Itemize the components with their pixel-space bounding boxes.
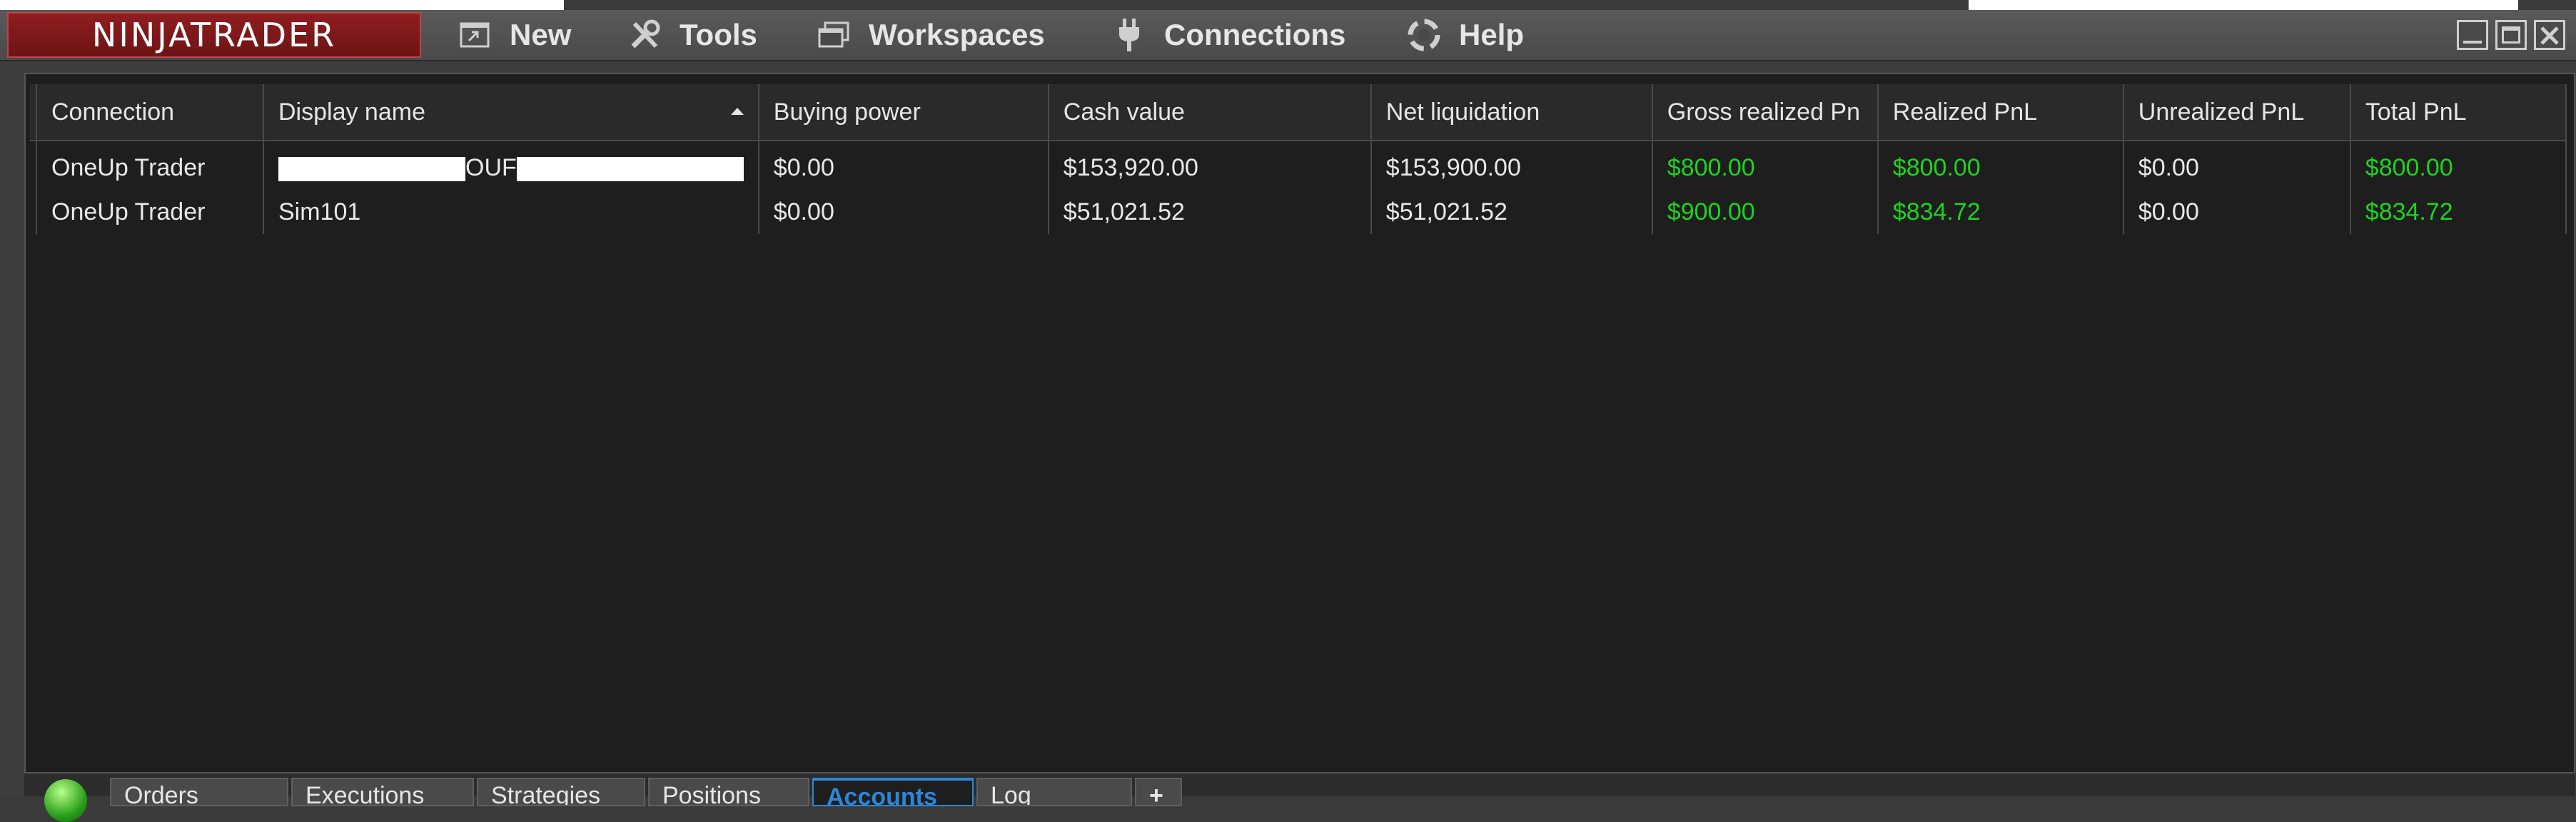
tab-orders[interactable]: Orders: [110, 778, 288, 806]
menu-new-label: New: [510, 18, 572, 51]
tab-executions[interactable]: Executions: [291, 778, 474, 806]
cell-unrealized-pnl: $0.00: [2123, 190, 2351, 234]
cell-total-pnl: $834.72: [2350, 190, 2567, 234]
column-header-cash-value[interactable]: Cash value: [1048, 84, 1372, 141]
cell-display-name-text: OUF: [465, 153, 517, 181]
column-header-buying-power[interactable]: Buying power: [758, 84, 1049, 141]
menu-tools-label: Tools: [680, 18, 757, 51]
sort-ascending-icon: [730, 108, 744, 115]
cell-display-name: Sim101: [263, 190, 759, 234]
minimize-button[interactable]: [2457, 20, 2488, 50]
new-window-icon: [457, 17, 493, 53]
row-gutter: [30, 190, 37, 234]
cell-total-pnl: $800.00: [2350, 141, 2567, 190]
column-header-connection[interactable]: Connection: [36, 84, 264, 141]
tools-icon: [627, 17, 662, 53]
cell-buying-power: $0.00: [758, 190, 1049, 234]
minimize-icon: [2463, 41, 2482, 44]
row-header-corner: [30, 84, 37, 141]
maximize-button[interactable]: [2495, 20, 2527, 50]
menu-workspaces-label: Workspaces: [869, 18, 1045, 51]
control-center-window: NINJATRADER New Tools Workspaces Connect…: [0, 10, 2576, 822]
menu-workspaces[interactable]: Workspaces: [816, 10, 1045, 60]
tab-strategies[interactable]: Strategies: [477, 778, 645, 806]
column-header-gross-realized[interactable]: Gross realized Pn: [1652, 84, 1879, 141]
cell-realized-pnl: $834.72: [1877, 190, 2124, 234]
header-row: Connection Display name Buying power Cas…: [30, 84, 2567, 141]
ninjatrader-logo: NINJATRADER: [7, 12, 421, 58]
menu-tools[interactable]: Tools: [627, 10, 757, 60]
column-header-display-name-label: Display name: [278, 98, 425, 126]
accounts-grid: Connection Display name Buying power Cas…: [30, 84, 2567, 234]
close-icon: [2540, 26, 2559, 45]
row-gutter: [30, 141, 37, 190]
table-row[interactable]: OneUp Trader Sim101 $0.00 $51,021.52 $51…: [30, 190, 2567, 234]
tab-accounts[interactable]: Accounts: [812, 778, 974, 806]
column-header-net-liquidation[interactable]: Net liquidation: [1370, 84, 1653, 141]
table-row[interactable]: OneUp Trader OUF $0.00 $153,920.00 $153,…: [30, 141, 2567, 190]
cell-connection: OneUp Trader: [36, 141, 264, 190]
redacted-block: [278, 156, 465, 181]
connection-status-icon[interactable]: [44, 779, 87, 822]
accounts-panel: Connection Display name Buying power Cas…: [24, 73, 2575, 773]
close-button[interactable]: [2534, 20, 2565, 50]
column-header-unrealized-pnl[interactable]: Unrealized PnL: [2123, 84, 2351, 141]
cell-display-name: OUF: [263, 141, 759, 190]
plug-icon: [1111, 17, 1147, 53]
cell-realized-pnl: $800.00: [1877, 141, 2124, 190]
cell-buying-power: $0.00: [758, 141, 1049, 190]
logo-text: NINJATRADER: [91, 16, 337, 54]
cell-net-liquidation: $51,021.52: [1370, 190, 1653, 234]
cell-cash-value: $51,021.52: [1048, 190, 1372, 234]
help-lifebuoy-icon: [1406, 17, 1442, 53]
cell-gross-realized: $800.00: [1652, 141, 1879, 190]
menu-help[interactable]: Help: [1406, 10, 1524, 60]
column-header-total-pnl[interactable]: Total PnL: [2350, 84, 2567, 141]
cell-connection: OneUp Trader: [36, 190, 264, 234]
bottom-tab-strip: Orders Executions Strategies Positions A…: [24, 773, 2575, 822]
cell-gross-realized: $900.00: [1652, 190, 1879, 234]
tab-positions[interactable]: Positions: [648, 778, 809, 806]
column-header-display-name[interactable]: Display name: [263, 84, 759, 141]
menu-help-label: Help: [1459, 18, 1525, 51]
cell-unrealized-pnl: $0.00: [2123, 141, 2351, 190]
cell-cash-value: $153,920.00: [1048, 141, 1372, 190]
maximize-icon: [2502, 26, 2520, 44]
add-tab-button[interactable]: +: [1135, 778, 1182, 806]
title-bar[interactable]: NINJATRADER New Tools Workspaces Connect…: [0, 10, 2576, 61]
menu-connections[interactable]: Connections: [1111, 10, 1345, 60]
menu-connections-label: Connections: [1164, 18, 1346, 51]
column-header-realized-pnl[interactable]: Realized PnL: [1877, 84, 2124, 141]
redacted-block: [516, 156, 744, 181]
tab-log[interactable]: Log: [976, 778, 1132, 806]
cell-net-liquidation: $153,900.00: [1370, 141, 1653, 190]
menu-new[interactable]: New: [457, 10, 571, 60]
workspaces-icon: [816, 17, 852, 53]
